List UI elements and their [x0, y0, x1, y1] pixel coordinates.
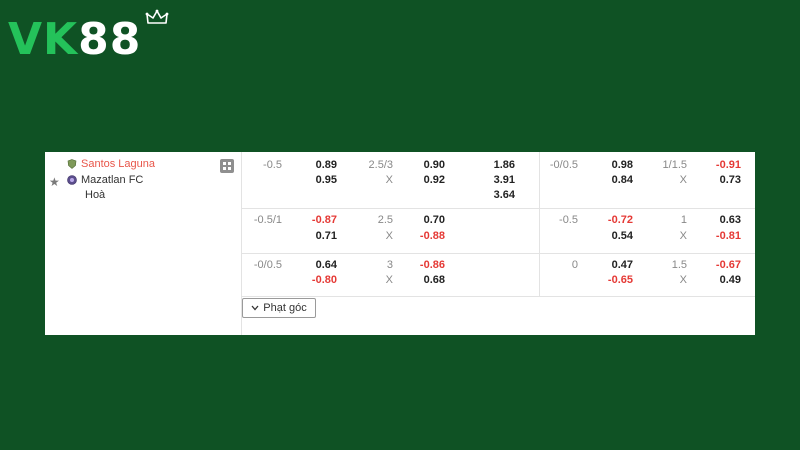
- h1-handicap-line: -0.5: [559, 214, 578, 226]
- ft-ou-under-label: X: [385, 274, 393, 286]
- ft-handicap-home-odd[interactable]: 0.89: [297, 159, 337, 171]
- ft-handicap-away-odd[interactable]: -0.80: [297, 274, 337, 286]
- match-info: Santos Laguna ★ Mazatlan FC Hoà: [45, 152, 242, 335]
- ft-handicap-away-odd[interactable]: 0.95: [297, 174, 337, 186]
- h1-ou-over-odd[interactable]: -0.91: [701, 159, 741, 171]
- home-team-row[interactable]: Santos Laguna: [67, 158, 155, 170]
- h1-ou-under-label: X: [679, 174, 687, 186]
- draw-label: Hoà: [85, 189, 106, 201]
- odds-row: -0/0.5 0.64 -0.80 3 X -0.86 0.68 0 0.47 …: [242, 253, 755, 297]
- home-team-name: Santos Laguna: [81, 158, 156, 170]
- away-team-row[interactable]: Mazatlan FC: [67, 174, 143, 186]
- h1-ou-under-label: X: [679, 274, 687, 286]
- logo-text: VK88: [8, 18, 141, 62]
- ft-ou-under-label: X: [385, 174, 393, 186]
- h1-handicap-home-odd[interactable]: -0.72: [593, 214, 633, 226]
- team-badge-icon: [67, 159, 77, 169]
- h1-ou-under-label: X: [679, 230, 687, 242]
- h1-ou-under-odd[interactable]: -0.81: [701, 230, 741, 242]
- ft-1x2-draw-odd[interactable]: 3.64: [475, 189, 515, 201]
- h1-ou-line: 1/1.5: [662, 159, 687, 171]
- brand-logo: VK88: [8, 9, 169, 66]
- h1-handicap-line: 0: [571, 259, 578, 271]
- logo-vk: VK: [8, 14, 79, 65]
- ft-handicap-line: -0/0.5: [253, 259, 282, 271]
- ft-handicap-line: -0.5: [263, 159, 282, 171]
- ft-ou-line: 3: [386, 259, 393, 271]
- team-badge-icon: [67, 175, 77, 185]
- h1-handicap-home-odd[interactable]: 0.98: [593, 159, 633, 171]
- odds-row: -0.5/1 -0.87 0.71 2.5 X 0.70 -0.88 -0.5 …: [242, 208, 755, 252]
- ft-handicap-line: -0.5/1: [253, 214, 282, 226]
- ft-ou-under-odd[interactable]: -0.88: [405, 230, 445, 242]
- logo-88: 88: [78, 14, 142, 65]
- ft-ou-line: 2.5/3: [368, 159, 393, 171]
- h1-ou-line: 1.5: [671, 259, 687, 271]
- ft-1x2-home-odd[interactable]: 1.86: [475, 159, 515, 171]
- ft-ou-under-odd[interactable]: 0.92: [405, 174, 445, 186]
- star-icon[interactable]: ★: [49, 175, 60, 189]
- crown-icon: [145, 9, 169, 24]
- ft-ou-under-odd[interactable]: 0.68: [405, 274, 445, 286]
- h1-handicap-away-odd[interactable]: 0.54: [593, 230, 633, 242]
- ft-ou-over-odd[interactable]: -0.86: [405, 259, 445, 271]
- odds-panel: Santos Laguna ★ Mazatlan FC Hoà -0.5 0.8…: [45, 152, 755, 335]
- ft-ou-over-odd[interactable]: 0.70: [405, 214, 445, 226]
- h1-handicap-line: -0/0.5: [549, 159, 578, 171]
- ft-ou-over-odd[interactable]: 0.90: [405, 159, 445, 171]
- ft-handicap-home-odd[interactable]: 0.64: [297, 259, 337, 271]
- chevron-down-icon: [251, 305, 259, 311]
- ft-1x2-away-odd[interactable]: 3.91: [475, 174, 515, 186]
- odds-row: -0.5 0.89 0.95 2.5/3 X 0.90 0.92 1.86 3.…: [242, 152, 755, 201]
- h1-ou-under-odd[interactable]: 0.73: [701, 174, 741, 186]
- h1-handicap-away-odd[interactable]: -0.65: [593, 274, 633, 286]
- h1-ou-line: 1: [680, 214, 687, 226]
- h1-handicap-home-odd[interactable]: 0.47: [593, 259, 633, 271]
- h1-ou-under-odd[interactable]: 0.49: [701, 274, 741, 286]
- ft-handicap-away-odd[interactable]: 0.71: [297, 230, 337, 242]
- h1-ou-over-odd[interactable]: -0.67: [701, 259, 741, 271]
- corner-kicks-button[interactable]: Phạt góc: [242, 298, 316, 318]
- h1-handicap-away-odd[interactable]: 0.84: [593, 174, 633, 186]
- ft-handicap-home-odd[interactable]: -0.87: [297, 214, 337, 226]
- stats-icon[interactable]: [220, 159, 234, 173]
- ft-ou-line: 2.5: [377, 214, 393, 226]
- away-team-name: Mazatlan FC: [81, 174, 144, 186]
- corner-kicks-label: Phạt góc: [263, 302, 307, 314]
- h1-ou-over-odd[interactable]: 0.63: [701, 214, 741, 226]
- ft-ou-under-label: X: [385, 230, 393, 242]
